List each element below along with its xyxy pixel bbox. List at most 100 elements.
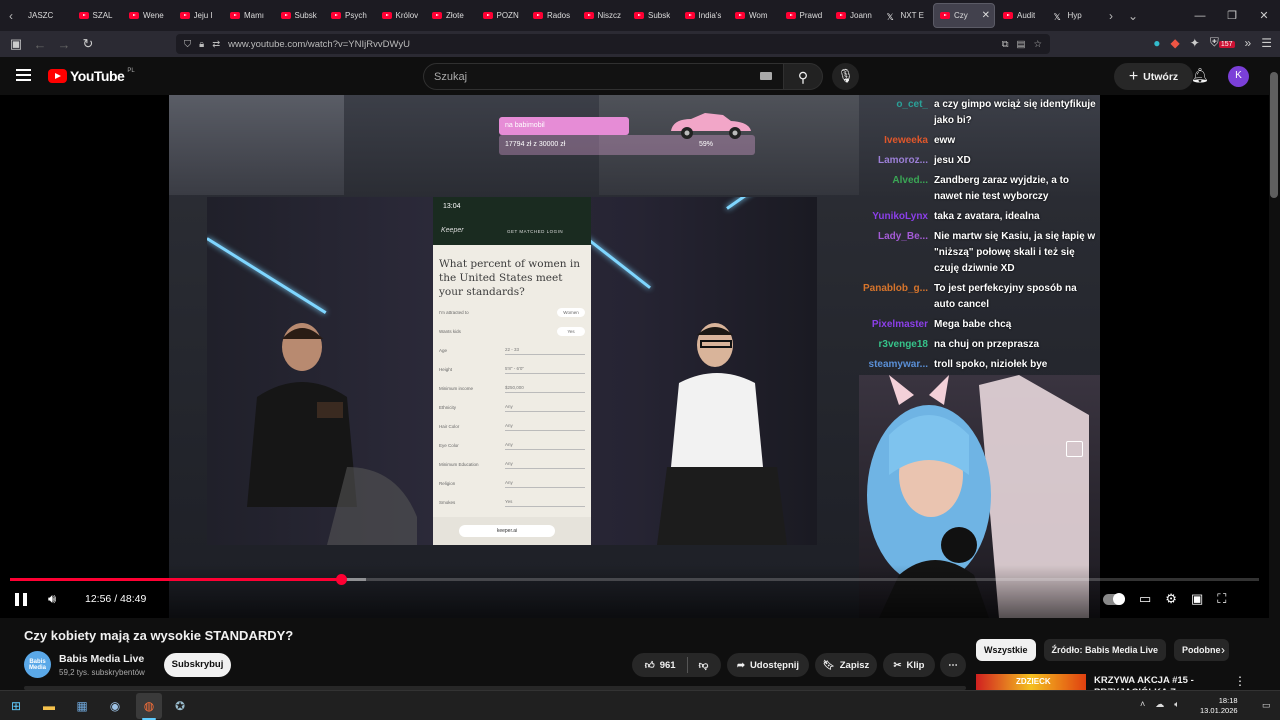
save-button[interactable]: 🔖︎ Zapisz (815, 653, 877, 677)
file-explorer-icon[interactable]: ▬ (39, 696, 59, 716)
tabs-scroll-right-icon[interactable]: › (1100, 9, 1122, 23)
share-button[interactable]: ➦ Udostępnij (727, 653, 809, 677)
channel-name[interactable]: Babis Media Live (59, 653, 144, 665)
fox-extension-icon[interactable]: ◆ (1171, 36, 1180, 50)
tab-list-chevron-down-icon[interactable]: ⌄ (1122, 9, 1144, 23)
progress-bar[interactable] (10, 574, 1259, 585)
notifications-bell-icon[interactable]: 🔔︎ (1191, 67, 1209, 84)
browser-tab[interactable]: Królov (376, 0, 427, 31)
clip-button[interactable]: ✂ Klip (883, 653, 935, 677)
subtitles-icon[interactable]: ▭ (1139, 591, 1151, 607)
browser-tab[interactable]: Złote (426, 0, 477, 31)
recommended-title[interactable]: KRZYWA AKCJA #15 - PRZYJACIÓŁKA Z... (1094, 675, 1224, 691)
forward-icon[interactable]: → (52, 37, 76, 52)
channel-avatar[interactable]: Babis Media (24, 651, 51, 678)
more-actions-button[interactable]: ⋯ (940, 653, 966, 677)
speaker-icon[interactable]: 🔈︎ (1174, 699, 1179, 710)
network-icon[interactable]: ☁ (1155, 699, 1164, 710)
browser-tab[interactable]: Joann (830, 0, 881, 31)
chat-message: Lady_Be... Nie martw się Kasiu, ja się ła… (849, 227, 1099, 279)
fullscreen-icon[interactable]: ⛶ (1217, 591, 1226, 607)
browser-tab[interactable]: SZAL (73, 0, 124, 31)
scrollbar-thumb[interactable] (1270, 72, 1278, 198)
shield-extension-icon[interactable]: ● (1153, 36, 1160, 50)
browser-tab[interactable]: Rados (527, 0, 578, 31)
filter-chip[interactable]: Źródło: Babis Media Live (1043, 639, 1167, 661)
keyboard-icon[interactable] (760, 72, 772, 80)
browser-tab[interactable]: Audit (997, 0, 1048, 31)
like-dislike-button[interactable]: 👍︎ 961 👎︎ (632, 653, 721, 677)
minimize-icon[interactable]: — (1184, 10, 1216, 22)
lock-icon[interactable]: 🔒︎ (199, 39, 204, 50)
taskbar-clock[interactable]: 18:18 13.01.2026 (1200, 696, 1238, 716)
youtube-icon (331, 12, 341, 19)
steam-icon[interactable]: ◉ (105, 696, 125, 716)
search-input[interactable]: Szukaj (423, 63, 783, 90)
tab-close-icon[interactable]: ✕ (982, 10, 990, 21)
recommended-more-icon[interactable]: ⋮ (1234, 674, 1246, 688)
recommended-thumbnail[interactable]: ZDZIECK (976, 674, 1086, 690)
permissions-icon[interactable]: ⇄ (212, 39, 220, 50)
browser-tab[interactable]: JASZC (22, 0, 73, 31)
ublock-icon[interactable]: ⛨ 157 (1210, 35, 1235, 50)
sidebar-toggle-icon[interactable]: ▣ (4, 36, 28, 52)
close-window-icon[interactable]: ✕ (1248, 9, 1280, 22)
browser-tab[interactable]: POZN (477, 0, 528, 31)
browser-tab[interactable]: Jeju I (174, 0, 225, 31)
browser-tab[interactable]: Niszcz (578, 0, 629, 31)
chat-message: steamywar... troll spoko, niziołek bye (849, 355, 1099, 375)
picture-in-picture-icon[interactable]: ⧉ (1002, 39, 1009, 50)
volume-icon[interactable]: 🔊︎ (48, 591, 56, 607)
chat-text: taka z avatara, idealna (934, 211, 1040, 222)
extensions-puzzle-icon[interactable]: ✦ (1190, 36, 1200, 50)
settings-gear-icon[interactable]: ⚙ (1165, 591, 1177, 607)
chat-username: Lamoroz... (877, 155, 928, 166)
create-button[interactable]: + Utwórz (1114, 63, 1193, 90)
bookmark-star-icon[interactable]: ☆ (1033, 39, 1042, 50)
browser-tab[interactable]: Subsk (628, 0, 679, 31)
url-bar[interactable]: ⛉ 🔒︎ ⇄ www.youtube.com/watch?v=YNIjRvvDW… (176, 34, 1050, 54)
guide-menu-icon[interactable] (16, 69, 31, 84)
progress-scrubber-handle[interactable] (335, 574, 347, 585)
browser-tab[interactable]: Czy ✕ (933, 3, 995, 28)
tray-overflow-chevron-icon[interactable]: ˄ (1140, 699, 1145, 710)
url-text[interactable]: www.youtube.com/watch?v=YNIjRvvDWyU (228, 39, 410, 50)
browser-tab[interactable]: Prawd (780, 0, 831, 31)
subscribe-button[interactable]: Subskrybuj (164, 653, 231, 677)
autoplay-toggle[interactable] (1103, 592, 1125, 605)
dislike-thumb-icon[interactable]: 👎︎ (699, 659, 709, 671)
voice-search-mic-icon[interactable]: 🎙︎ (832, 63, 859, 90)
theater-mode-icon[interactable]: ▣ (1191, 591, 1203, 607)
browser-tab[interactable]: 𝕏 NXT E (881, 0, 932, 31)
filter-chip[interactable]: Wszystkie (976, 639, 1036, 661)
browser-tab[interactable]: Psych (325, 0, 376, 31)
video-frame[interactable]: na babimobil 17794 zł z 30000 zł 59% 13:… (169, 95, 1100, 618)
notifications-icon[interactable]: ▭ (1262, 700, 1271, 711)
computer-icon[interactable]: ▦ (72, 696, 92, 716)
phone-nav: GET MATCHED LOGIN (507, 229, 564, 234)
account-avatar[interactable]: K (1228, 66, 1249, 87)
restore-icon[interactable]: ❐ (1216, 9, 1248, 22)
tracking-protection-icon[interactable]: ⛉ (184, 39, 191, 50)
reload-icon[interactable]: ↻ (76, 36, 100, 52)
browser-tab[interactable]: Wene (123, 0, 174, 31)
youtube-logo[interactable]: YouTube PL (48, 68, 135, 84)
chips-next-chevron-icon[interactable]: › (1221, 643, 1225, 657)
browser-tab[interactable]: India's (679, 0, 730, 31)
app-menu-icon[interactable]: ☰ (1261, 36, 1272, 50)
overflow-chevron-icon[interactable]: » (1245, 36, 1252, 50)
firefox-icon[interactable]: ◍ (139, 696, 159, 716)
pause-icon[interactable] (15, 593, 27, 606)
like-thumb-icon[interactable]: 👍︎ (645, 659, 655, 671)
back-icon[interactable]: ← (28, 37, 52, 52)
app-icon[interactable]: ✪ (170, 696, 190, 716)
browser-tab[interactable]: 𝕏 Hyp (1048, 0, 1099, 31)
windows-start-icon[interactable]: ⊞ (6, 696, 26, 716)
tabs-scroll-left-icon[interactable]: ‹ (0, 9, 22, 23)
browser-tab[interactable]: Subsk (275, 0, 326, 31)
browser-tab[interactable]: Mamı (224, 0, 275, 31)
search-button[interactable]: ⚲ (783, 63, 823, 90)
browser-tab[interactable]: Wom (729, 0, 780, 31)
video-player[interactable]: na babimobil 17794 zł z 30000 zł 59% 13:… (0, 95, 1269, 618)
reader-view-icon[interactable]: ▤ (1016, 39, 1025, 50)
